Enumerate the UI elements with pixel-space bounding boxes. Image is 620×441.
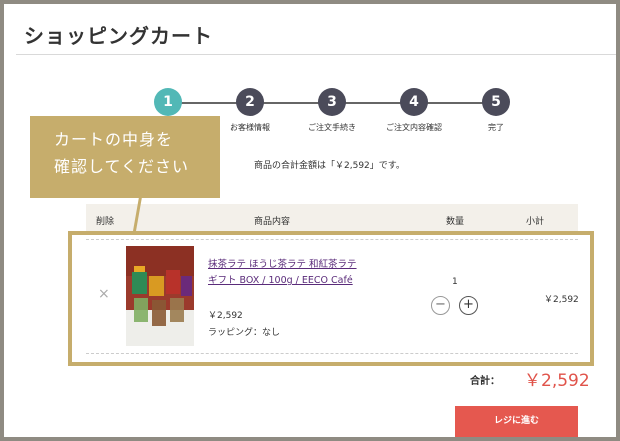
header-subtotal: 小計 (526, 217, 545, 227)
step-1: 1 (154, 88, 182, 116)
step-2: 2 (236, 88, 264, 116)
cart-highlight-frame (68, 231, 594, 366)
step-4: 4 (400, 88, 428, 116)
step-5-label: 完了 (488, 123, 504, 132)
progress-steps: 1 2 3 4 5 (154, 88, 510, 118)
callout-line-1: カートの中身を (54, 130, 174, 149)
title-divider (16, 54, 616, 55)
table-header: 削除 商品内容 数量 小計 (86, 204, 578, 234)
callout-line-2: 確認してください (54, 157, 190, 176)
step-2-label: お客様情報 (230, 123, 270, 132)
cart-page: ショッピングカート 1 2 3 4 5 お客様情報 ご注文手続き ご注文内容確認… (4, 4, 616, 437)
header-quantity: 数量 (446, 217, 465, 227)
header-remove: 削除 (96, 217, 115, 227)
step-4-label: ご注文内容確認 (386, 123, 442, 132)
page-title: ショッピングカート (24, 24, 213, 48)
step-3: 3 (318, 88, 346, 116)
step-3-label: ご注文手続き (308, 123, 356, 132)
checkout-button[interactable]: レジに進む (455, 406, 578, 437)
callout-banner: カートの中身を 確認してください (30, 116, 220, 198)
total-value: ￥2,592 (524, 371, 590, 391)
header-product: 商品内容 (254, 217, 291, 227)
total-label: 合計： (470, 376, 500, 387)
total-note: 商品の合計金額は「￥2,592」です。 (254, 161, 405, 171)
step-5: 5 (482, 88, 510, 116)
